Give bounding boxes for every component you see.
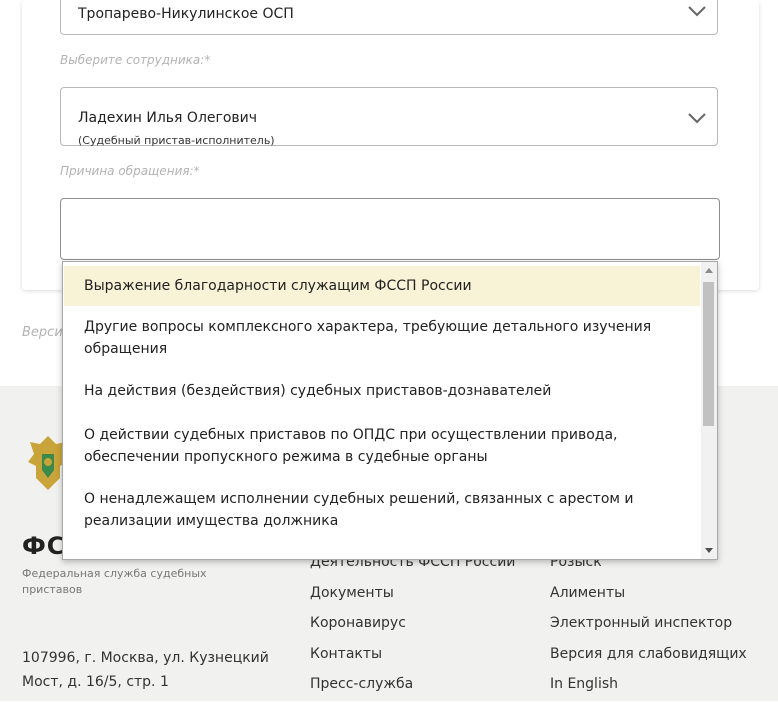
chevron-down-icon	[688, 113, 706, 124]
reason-option[interactable]: О действии судебных приставов по ОПДС пр…	[64, 424, 700, 468]
reason-select-input[interactable]	[60, 198, 720, 260]
address: 107996, г. Москва, ул. Кузнецкий Мост, д…	[22, 650, 269, 690]
footer-link[interactable]: Алименты	[550, 583, 747, 614]
reason-option[interactable]: Выражение благодарности служащим ФССП Ро…	[64, 266, 700, 306]
department-select-value: Тропарево-Никулинское ОСП	[78, 6, 294, 22]
footer-link[interactable]: Коронавирус	[310, 613, 515, 644]
footer-link[interactable]: Документы	[310, 583, 515, 614]
reason-dropdown-list[interactable]: Выражение благодарности служащим ФССП Ро…	[62, 261, 718, 560]
footer-links-col1: Деятельность ФССП России Документы Корон…	[310, 552, 515, 705]
department-select[interactable]: Тропарево-Никулинское ОСП	[60, 0, 718, 35]
footer-link[interactable]: Пресс-служба	[310, 674, 515, 705]
reason-option[interactable]: Другие вопросы комплексного характера, т…	[64, 316, 700, 360]
version-text: Верси	[22, 325, 63, 340]
footer-links-col2: Розыск Алименты Электронный инспектор Ве…	[550, 552, 747, 705]
scroll-up-arrow-icon[interactable]	[705, 268, 713, 273]
scrollbar-thumb[interactable]	[703, 282, 714, 426]
dropdown-scrollbar[interactable]	[701, 262, 717, 559]
brand-name: ФС	[22, 532, 66, 560]
employee-role: (Судебный пристав-исполнитель)	[78, 134, 275, 147]
employee-select[interactable]: Ладехин Илья Олегович (Судебный пристав-…	[60, 87, 718, 147]
brand-subtitle: Федеральная служба судебных приставов	[22, 567, 207, 596]
scroll-down-arrow-icon[interactable]	[705, 548, 713, 553]
employee-name: Ладехин Илья Олегович	[78, 110, 258, 126]
chevron-down-icon	[688, 6, 706, 17]
reason-option[interactable]: На действия (бездействия) судебных прист…	[64, 380, 700, 402]
reason-option[interactable]: О ненадлежащем исполнении судебных решен…	[64, 488, 700, 532]
footer-link[interactable]: Контакты	[310, 644, 515, 675]
employee-label: Выберите сотрудника:*	[60, 53, 211, 67]
footer-link[interactable]: Электронный инспектор	[550, 613, 747, 644]
footer-link[interactable]: Версия для слабовидящих	[550, 644, 747, 675]
footer-link[interactable]: In English	[550, 674, 747, 705]
reason-label: Причина обращения:*	[60, 164, 200, 178]
